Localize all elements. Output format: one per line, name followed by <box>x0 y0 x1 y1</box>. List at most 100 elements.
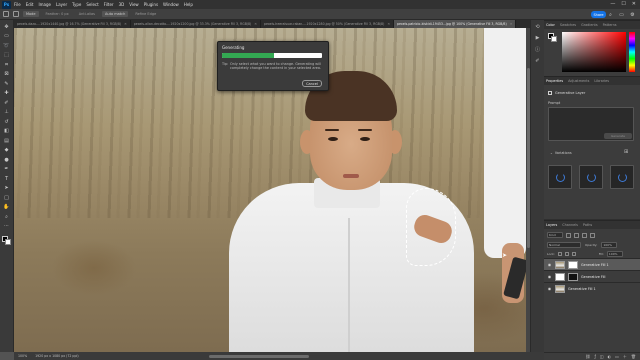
layer-kind-filter[interactable]: Kind <box>547 232 563 238</box>
tab-layers[interactable]: Layers <box>546 223 557 227</box>
search-icon[interactable]: ⌕ <box>607 11 614 18</box>
menu-help[interactable]: Help <box>184 2 193 7</box>
healing-brush-tool-icon[interactable]: ✚ <box>2 90 11 97</box>
workspace-icon[interactable]: ▭ <box>618 11 625 18</box>
photoshop-logo-icon[interactable]: Ps <box>2 0 11 9</box>
pen-tool-icon[interactable]: ✒ <box>2 166 11 173</box>
background-color-swatch[interactable] <box>4 239 11 245</box>
zoom-tool-icon[interactable]: ⌕ <box>2 213 11 220</box>
tab-gradients[interactable]: Gradients <box>581 23 598 27</box>
menu-view[interactable]: View <box>129 2 139 7</box>
menu-layer[interactable]: Layer <box>56 2 67 7</box>
menu-file[interactable]: File <box>14 2 21 7</box>
opacity-input[interactable]: 100% <box>601 242 618 248</box>
history-icon[interactable]: ⟲ <box>535 24 539 30</box>
mode-button[interactable]: Mode <box>23 11 39 17</box>
maximize-icon[interactable]: ☐ <box>621 1 625 7</box>
variation-thumbnail[interactable] <box>548 165 572 189</box>
tab-color[interactable]: Color <box>546 23 555 27</box>
history-brush-tool-icon[interactable]: ↺ <box>2 118 11 125</box>
menu-window[interactable]: Window <box>163 2 179 7</box>
tab-properties[interactable]: Properties <box>546 79 563 83</box>
actions-icon[interactable]: ▶ <box>536 35 540 41</box>
close-icon[interactable]: ✕ <box>510 22 513 26</box>
visibility-eye-icon[interactable]: ◉ <box>547 274 552 279</box>
brush-settings-icon[interactable]: ✐ <box>535 58 539 64</box>
info-icon[interactable]: ⓘ <box>535 46 540 53</box>
eraser-tool-icon[interactable]: ◧ <box>2 128 11 135</box>
more-tools-icon[interactable]: ⋯ <box>2 223 11 230</box>
tab-channels[interactable]: Channels <box>562 223 578 227</box>
generate-button[interactable]: Generate <box>604 133 632 139</box>
path-select-tool-icon[interactable]: ➤ <box>2 185 11 192</box>
frame-tool-icon[interactable]: ⊠ <box>2 71 11 78</box>
layer-row[interactable]: ◉ Generative Fill <box>544 270 640 282</box>
color-swatches[interactable] <box>1 236 12 246</box>
dodge-tool-icon[interactable]: ● <box>2 156 11 163</box>
close-icon[interactable]: ✕ <box>124 22 127 26</box>
layer-name[interactable]: Generative Fill 1 <box>568 287 596 291</box>
document-tab-active[interactable]: pexels-patricio-kiskidi-19453...jpg @ 10… <box>394 20 517 28</box>
zoom-level[interactable]: 100% <box>18 354 27 358</box>
filter-type-icon[interactable] <box>582 232 587 238</box>
variation-thumbnail[interactable] <box>610 165 634 189</box>
minimize-icon[interactable]: — <box>610 1 615 7</box>
menu-image[interactable]: Image <box>38 2 51 7</box>
layer-name[interactable]: Generative Fill <box>581 275 605 279</box>
tab-swatches[interactable]: Swatches <box>560 23 576 27</box>
color-picker-field[interactable] <box>562 32 626 72</box>
cancel-button[interactable]: Cancel <box>302 80 322 87</box>
lasso-tool-icon[interactable] <box>13 11 19 17</box>
lasso-tool-icon[interactable]: ➰ <box>2 42 11 49</box>
menu-select[interactable]: Select <box>86 2 98 7</box>
horizontal-scroll-thumb[interactable] <box>209 354 309 358</box>
document-tab[interactable]: pexels-allan-decotto-...1920x1200.jpg @ … <box>131 20 261 28</box>
menu-3d[interactable]: 3D <box>119 2 125 7</box>
add-mask-icon[interactable]: ◫ <box>600 354 604 359</box>
visibility-eye-icon[interactable]: ◉ <box>547 286 552 291</box>
object-select-tool-icon[interactable]: ⬚ <box>2 52 11 59</box>
move-tool-icon[interactable]: ✥ <box>2 23 11 30</box>
fill-input[interactable]: 100% <box>606 250 623 257</box>
new-layer-icon[interactable]: ＋ <box>623 354 627 360</box>
tab-patterns[interactable]: Patterns <box>603 23 617 27</box>
auto-match-button[interactable]: Auto match <box>102 11 129 17</box>
trash-icon[interactable]: 🗑 <box>631 354 636 359</box>
hand-tool-icon[interactable]: ✋ <box>2 204 11 211</box>
brush-tool-icon[interactable]: ✐ <box>2 99 11 106</box>
close-icon[interactable]: ✕ <box>632 1 636 7</box>
lasso-selection[interactable] <box>406 188 456 266</box>
background-color-swatch[interactable] <box>551 36 557 42</box>
tab-adjustments[interactable]: Adjustments <box>568 79 589 83</box>
tab-libraries[interactable]: Libraries <box>594 79 609 83</box>
filter-pixel-icon[interactable] <box>566 232 571 238</box>
menu-filter[interactable]: Filter <box>104 2 114 7</box>
layer-name[interactable]: Generative Fill 1 <box>581 263 609 267</box>
fx-icon[interactable]: ƒ <box>594 354 595 359</box>
group-folder-icon[interactable]: ▭ <box>615 354 619 359</box>
lock-all-icon[interactable] <box>571 251 576 256</box>
menu-plugins[interactable]: Plugins <box>144 2 158 7</box>
clone-stamp-tool-icon[interactable]: ⊥ <box>2 109 11 116</box>
menu-edit[interactable]: Edit <box>26 2 34 7</box>
variation-thumbnail[interactable] <box>579 165 603 189</box>
blur-tool-icon[interactable]: ◆ <box>2 147 11 154</box>
document-tab[interactable]: pexels-dazo-...1920x1440.jpg @ 16.7% (Ge… <box>14 20 131 28</box>
filter-adjustment-icon[interactable] <box>574 232 579 238</box>
menu-type[interactable]: Type <box>72 2 81 7</box>
type-tool-icon[interactable]: T <box>2 175 11 182</box>
lock-pixels-icon[interactable] <box>557 251 562 256</box>
layer-row[interactable]: ◉ Generative Fill 1 <box>544 258 640 270</box>
lock-position-icon[interactable] <box>564 251 569 256</box>
link-layers-icon[interactable]: ⛓ <box>585 354 590 359</box>
layer-row[interactable]: ◉ Generative Fill 1 <box>544 282 640 294</box>
gear-icon[interactable]: ⚙ <box>629 11 636 18</box>
filter-shape-icon[interactable] <box>590 232 595 238</box>
share-button[interactable]: Share <box>591 11 606 18</box>
adjustment-layer-icon[interactable]: ◐ <box>608 354 612 359</box>
blend-mode-select[interactable]: Normal <box>547 242 581 248</box>
tab-paths[interactable]: Paths <box>583 223 592 227</box>
refine-edge-button[interactable]: Refine Edge <box>132 11 159 17</box>
variations-header[interactable]: ⌄ Variations <box>550 151 572 155</box>
close-icon[interactable]: ✕ <box>254 22 257 26</box>
